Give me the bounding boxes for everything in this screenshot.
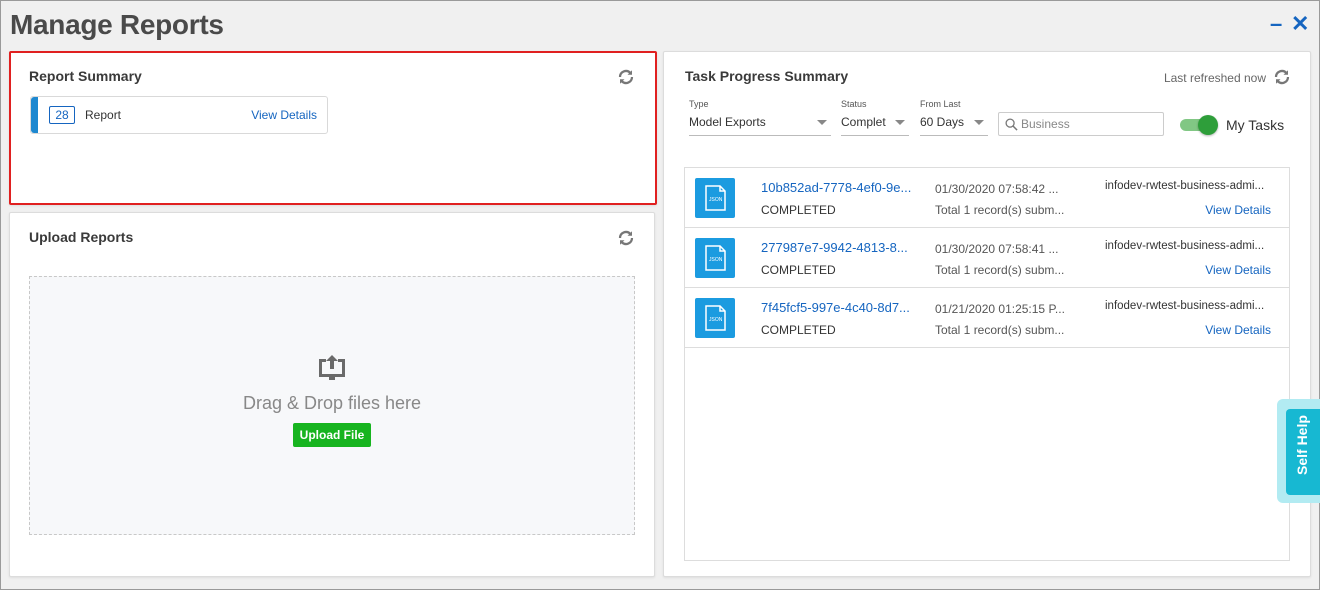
task-date: 01/21/2020 01:25:15 P... — [935, 302, 1065, 316]
json-icon-text: JSON — [709, 257, 723, 263]
drop-zone-text: Drag & Drop files here — [242, 393, 422, 413]
task-row: JSON 7f45fcf5-997e-4c40-8d7... COMPLETED… — [685, 288, 1289, 348]
json-file-icon[interactable]: JSON — [695, 178, 735, 218]
app-window: Manage Reports – ✕ Report Summary 28 Rep… — [0, 0, 1320, 590]
self-help-inner: Self Help — [1286, 409, 1320, 495]
type-filter-label: Type — [689, 99, 709, 109]
task-status: COMPLETED — [761, 203, 836, 217]
json-file-glyph: JSON — [705, 185, 726, 211]
search-field[interactable] — [998, 112, 1164, 136]
report-label: Report — [85, 108, 122, 122]
task-id-link[interactable]: 277987e7-9942-4813-8... — [761, 240, 923, 255]
toggle-knob — [1198, 115, 1218, 135]
report-summary-panel: Report Summary 28 Report View Details — [9, 51, 657, 205]
task-records: Total 1 record(s) subm... — [935, 263, 1065, 277]
last-refreshed-text: Last refreshed now — [1163, 71, 1266, 85]
refresh-icon[interactable] — [1273, 68, 1291, 86]
task-list: JSON 10b852ad-7778-4ef0-9e... COMPLETED … — [684, 167, 1290, 561]
refresh-icon[interactable] — [617, 68, 635, 86]
task-date: 01/30/2020 07:58:42 ... — [935, 182, 1059, 196]
task-records: Total 1 record(s) subm... — [935, 323, 1065, 337]
upload-reports-panel: Upload Reports Drag & Drop files here Up… — [9, 212, 655, 577]
task-status: COMPLETED — [761, 323, 836, 337]
drop-zone[interactable]: Drag & Drop files here Upload File — [29, 276, 635, 535]
report-summary-title: Report Summary — [29, 68, 142, 84]
json-file-glyph: JSON — [705, 245, 726, 271]
from-last-select[interactable]: 60 Days — [920, 110, 988, 136]
my-tasks-toggle[interactable] — [1180, 115, 1218, 135]
chevron-down-icon — [817, 120, 827, 125]
close-icon[interactable]: ✕ — [1291, 13, 1309, 35]
json-icon-text: JSON — [709, 197, 723, 203]
minimize-icon[interactable]: – — [1270, 13, 1282, 35]
upload-monitor-icon — [319, 355, 345, 380]
self-help-label: Self Help — [1294, 415, 1310, 475]
type-select[interactable]: Model Exports — [689, 110, 831, 136]
from-last-filter-label: From Last — [920, 99, 961, 109]
task-row: JSON 277987e7-9942-4813-8... COMPLETED 0… — [685, 228, 1289, 288]
task-status: COMPLETED — [761, 263, 836, 277]
upload-file-button[interactable]: Upload File — [293, 423, 371, 447]
self-help-tab[interactable]: Self Help — [1277, 399, 1320, 503]
search-icon — [1005, 118, 1018, 131]
task-progress-panel: Task Progress Summary Last refreshed now… — [663, 51, 1311, 577]
status-select[interactable]: Complet — [841, 110, 909, 136]
report-count-badge: 28 — [49, 106, 75, 124]
search-input[interactable] — [1021, 115, 1159, 133]
task-date: 01/30/2020 07:58:41 ... — [935, 242, 1059, 256]
report-card-accent-bar — [31, 97, 38, 133]
report-card: 28 Report View Details — [30, 96, 328, 134]
status-select-value: Complet — [841, 115, 886, 129]
view-details-link[interactable]: View Details — [251, 108, 317, 122]
task-records: Total 1 record(s) subm... — [935, 203, 1065, 217]
task-user: infodev-rwtest-business-admi... — [1105, 180, 1265, 192]
my-tasks-label: My Tasks — [1226, 117, 1285, 133]
json-icon-text: JSON — [709, 317, 723, 323]
task-id-link[interactable]: 7f45fcf5-997e-4c40-8d7... — [761, 300, 923, 315]
task-view-details-link[interactable]: View Details — [1205, 263, 1271, 277]
task-view-details-link[interactable]: View Details — [1205, 323, 1271, 337]
status-filter-label: Status — [841, 99, 867, 109]
task-progress-title: Task Progress Summary — [685, 68, 849, 84]
task-user: infodev-rwtest-business-admi... — [1105, 300, 1265, 312]
task-row: JSON 10b852ad-7778-4ef0-9e... COMPLETED … — [685, 168, 1289, 228]
chevron-down-icon — [895, 120, 905, 125]
json-file-icon[interactable]: JSON — [695, 298, 735, 338]
task-user: infodev-rwtest-business-admi... — [1105, 240, 1265, 252]
json-file-icon[interactable]: JSON — [695, 238, 735, 278]
refresh-icon[interactable] — [617, 229, 635, 247]
page-title: Manage Reports — [10, 9, 224, 40]
type-select-value: Model Exports — [689, 115, 766, 129]
from-last-select-value: 60 Days — [920, 115, 965, 129]
task-id-link[interactable]: 10b852ad-7778-4ef0-9e... — [761, 180, 923, 195]
upload-reports-title: Upload Reports — [29, 229, 134, 245]
chevron-down-icon — [974, 120, 984, 125]
json-file-glyph: JSON — [705, 305, 726, 331]
task-view-details-link[interactable]: View Details — [1205, 203, 1271, 217]
